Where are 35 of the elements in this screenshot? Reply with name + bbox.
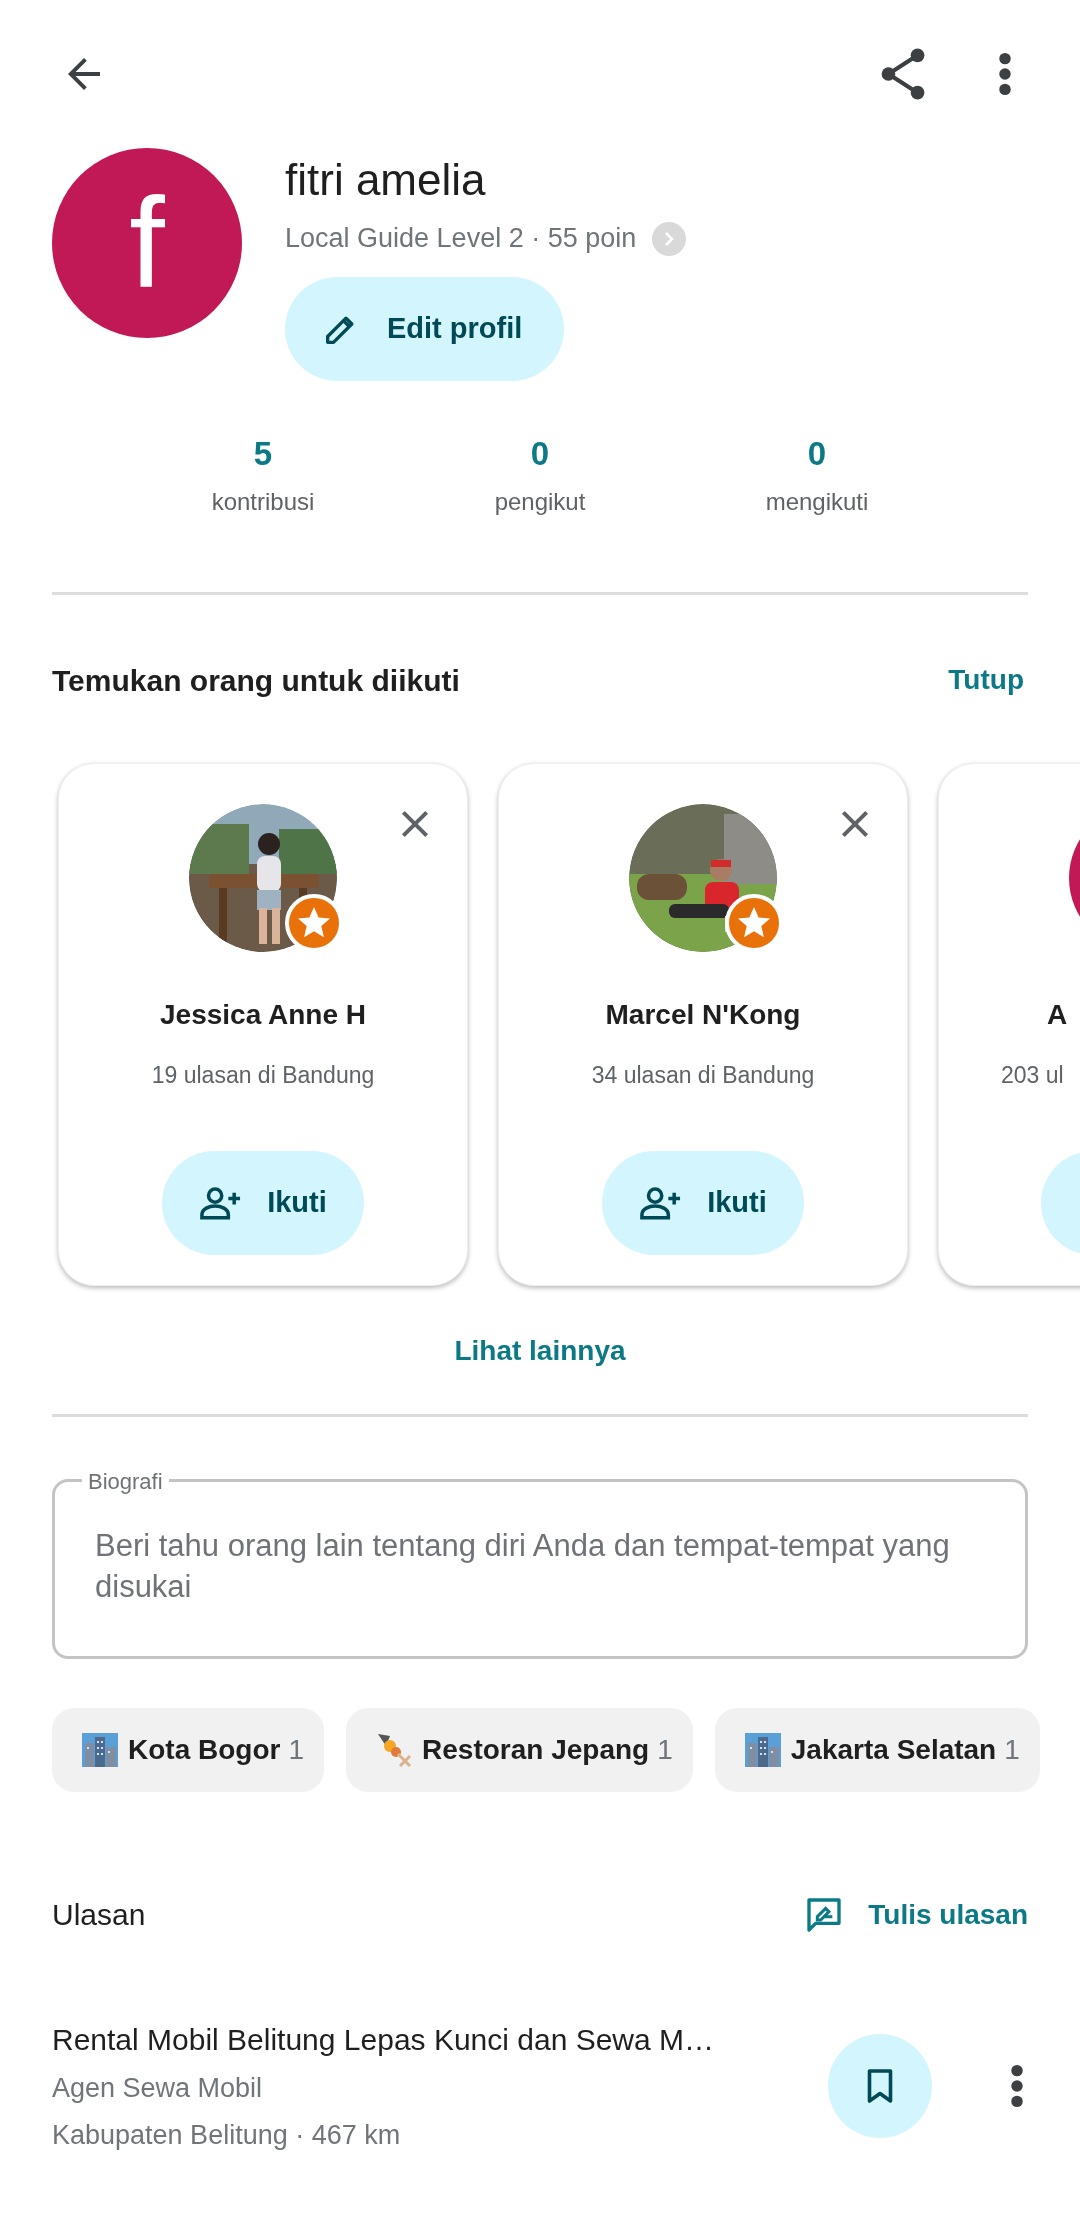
follow-button[interactable]: Ikuti: [602, 1150, 804, 1255]
place-location: Kabupaten Belitung · 467 km: [52, 2118, 401, 2152]
stat-value: 5: [253, 433, 273, 474]
section-title: Ulasan: [52, 1897, 146, 1934]
level-text: Local Guide Level 2 · 55 poin: [285, 222, 637, 256]
person-name: Jessica Anne H: [160, 998, 366, 1033]
city-icon: [744, 1733, 781, 1768]
tag-chip[interactable]: Restoran Jepang 1: [346, 1708, 693, 1793]
follow-button[interactable]: Ikuti: [162, 1150, 364, 1255]
edit-profile-button[interactable]: Edit profil: [285, 276, 565, 381]
place-category: Agen Sewa Mobil: [52, 2072, 263, 2106]
person-name: A: [1047, 998, 1068, 1033]
stat-label: pengikut: [494, 487, 586, 518]
skewer-icon: [376, 1732, 412, 1769]
bookmark-icon: [865, 2068, 895, 2105]
place-name: Rental Mobil Belitung Lepas Kunci dan Sewa M…: [52, 2022, 715, 2059]
profile-avatar: f: [52, 148, 242, 338]
stat-value: 0: [530, 433, 550, 474]
tag-chip[interactable]: Kota Bogor 1: [52, 1708, 324, 1793]
close-link[interactable]: Tutup: [948, 659, 1024, 702]
write-review-link[interactable]: Tulis ulasan: [804, 1893, 1028, 1936]
more-link[interactable]: Lihat lainnya: [454, 1330, 626, 1373]
city-icon: [82, 1733, 118, 1768]
profile-name: fitri amelia: [285, 156, 486, 205]
stat-label: mengikuti: [765, 487, 869, 518]
section-title: Temukan orang untuk diikuti: [52, 662, 460, 699]
stat-value: 0: [807, 433, 827, 474]
tag-chip[interactable]: Jakarta Selatan 1: [714, 1708, 1040, 1793]
more-icon[interactable]: [1010, 2064, 1024, 2109]
more-icon[interactable]: [998, 52, 1012, 96]
stat-label: kontribusi: [211, 487, 315, 518]
person-name: Marcel N'Kong: [605, 998, 801, 1033]
person-subtitle: 34 ulasan di Bandung: [591, 1061, 815, 1091]
person-subtitle: 203 ul: [1001, 1061, 1064, 1091]
person-subtitle: 19 ulasan di Bandung: [151, 1061, 375, 1091]
